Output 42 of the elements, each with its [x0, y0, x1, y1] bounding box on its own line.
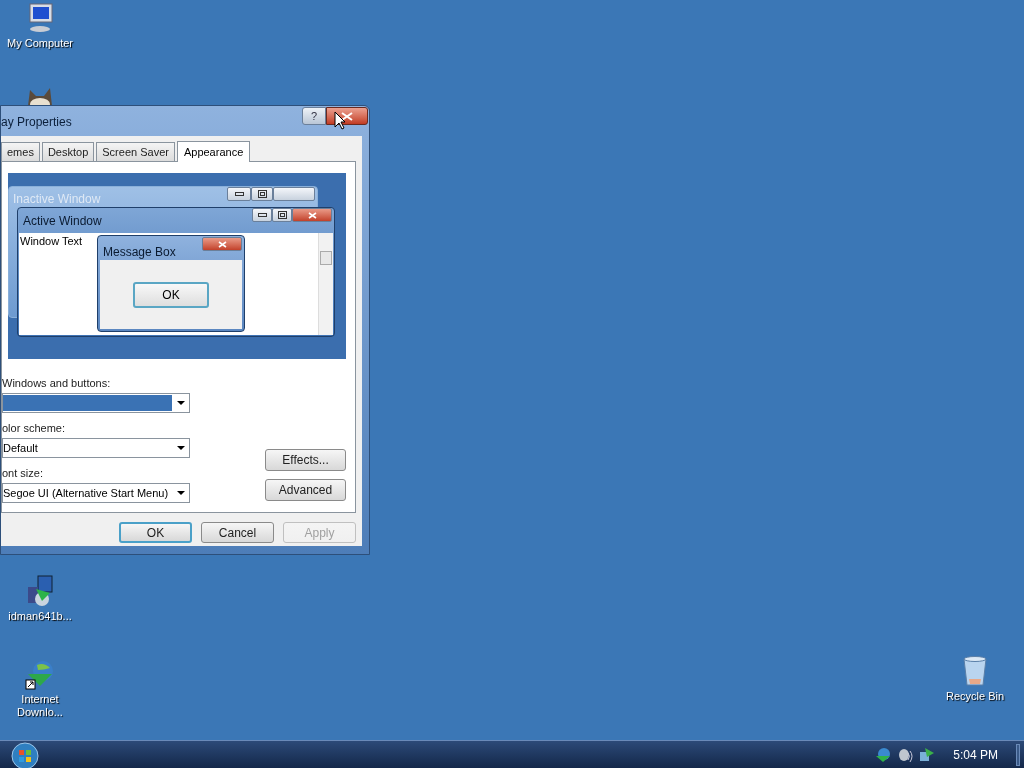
- minimize-icon: [234, 192, 244, 196]
- tab[interactable]: emes: [1, 142, 40, 161]
- dialog-button[interactable]: Cancel: [201, 522, 274, 543]
- field-label: olor scheme:: [2, 421, 66, 435]
- start-button[interactable]: [10, 740, 40, 768]
- active-window-title: Active Window: [23, 213, 102, 230]
- mouse-pointer-icon: [334, 111, 346, 130]
- dropdown-value: Default: [3, 440, 38, 456]
- globe-icon: [24, 658, 56, 690]
- tab[interactable]: Appearance: [176, 141, 251, 162]
- maximize-icon: [257, 190, 267, 198]
- minimize-icon: [257, 213, 267, 217]
- close-icon: [307, 211, 317, 219]
- icon-label[interactable]: idman641b...: [2, 610, 78, 623]
- window-title: ay Properties: [1, 113, 72, 131]
- dropdown[interactable]: [2, 393, 190, 413]
- message-box-title: Message Box: [103, 244, 176, 261]
- maximize-icon: [277, 211, 287, 219]
- clock[interactable]: 5:04 PM: [953, 745, 998, 764]
- side-button[interactable]: Advanced: [265, 479, 346, 501]
- close-icon: [217, 240, 227, 248]
- icon-label[interactable]: Internet Downlo...: [2, 693, 78, 719]
- icon-label[interactable]: My Computer: [2, 37, 78, 50]
- dropdown[interactable]: Segoe UI (Alternative Start Menu): [2, 483, 190, 503]
- help-button[interactable]: ?: [302, 107, 326, 125]
- dropdown-value: Segoe UI (Alternative Start Menu): [3, 485, 169, 501]
- recycle-bin-icon: [961, 655, 989, 687]
- icon-label[interactable]: Recycle Bin: [937, 690, 1013, 703]
- message-ok-button[interactable]: OK: [133, 281, 209, 308]
- inactive-window-title: Inactive Window: [13, 191, 101, 208]
- network-globe-icon[interactable]: [875, 746, 892, 763]
- dialog-button[interactable]: OK: [119, 522, 192, 543]
- field-label: ont size:: [2, 466, 44, 480]
- tab[interactable]: Desktop: [41, 142, 95, 161]
- side-button[interactable]: Effects...: [265, 449, 346, 471]
- close-icon: [341, 111, 353, 121]
- speaker-icon[interactable]: [897, 746, 914, 763]
- network-icon[interactable]: [919, 746, 936, 763]
- tab[interactable]: Screen Saver: [96, 142, 175, 161]
- dropdown[interactable]: Default: [2, 438, 190, 458]
- window-text: Window Text: [20, 234, 83, 249]
- field-label: Windows and buttons:: [2, 376, 112, 390]
